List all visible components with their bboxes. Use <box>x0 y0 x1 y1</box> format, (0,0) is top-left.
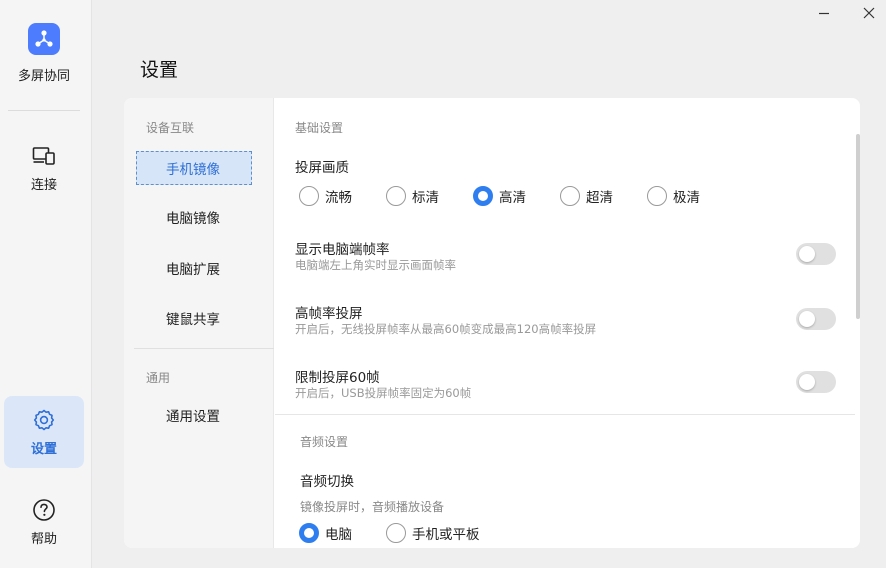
limit-60-desc: 开启后，USB投屏帧率固定为60帧 <box>295 386 472 400</box>
limit-60-title: 限制投屏60帧 <box>295 370 380 386</box>
radio-audio-pc[interactable] <box>299 523 319 543</box>
show-fps-desc: 电脑端左上角实时显示画面帧率 <box>295 258 456 272</box>
toggle-knob <box>799 246 815 262</box>
section-basic: 基础设置 <box>295 121 344 135</box>
nav-connect[interactable]: 连接 <box>4 132 84 204</box>
subnav-item-general-settings[interactable]: 通用设置 <box>136 398 252 432</box>
radio-smooth[interactable] <box>299 186 319 206</box>
audio-switch-desc: 镜像投屏时，音频播放设备 <box>300 500 445 514</box>
section-audio: 音频设置 <box>300 435 349 449</box>
nav-help-label: 帮助 <box>30 532 57 547</box>
subnav-item-pc-mirror[interactable]: 电脑镜像 <box>136 200 252 234</box>
quality-option-sd[interactable]: 标清 <box>386 186 439 206</box>
radio-sd[interactable] <box>386 186 406 206</box>
group-label-device: 设备互联 <box>146 121 195 135</box>
settings-content: 基础设置 投屏画质 流畅 标清 高清 超清 极清 显示电脑端帧率 电脑端左上角实… <box>275 98 860 548</box>
subnav-item-phone-mirror[interactable]: 手机镜像 <box>136 151 252 185</box>
subnav-item-kvm-share[interactable]: 键鼠共享 <box>136 301 252 335</box>
quality-title: 投屏画质 <box>295 160 349 176</box>
devices-icon <box>31 143 57 169</box>
section-divider <box>275 414 855 415</box>
app-name: 多屏协同 <box>17 69 70 84</box>
audio-label-pc: 电脑 <box>325 527 352 543</box>
radio-ultra[interactable] <box>647 186 667 206</box>
quality-option-hd[interactable]: 高清 <box>473 186 526 206</box>
radio-hd[interactable] <box>473 186 493 206</box>
help-icon <box>31 497 57 523</box>
subnav-item-pc-extend[interactable]: 电脑扩展 <box>136 251 252 285</box>
nav-rail: 多屏协同 连接 设置 帮助 <box>0 0 92 568</box>
show-fps-toggle[interactable] <box>796 243 836 265</box>
nav-help[interactable]: 帮助 <box>4 486 84 558</box>
quality-option-uhd[interactable]: 超清 <box>560 186 613 206</box>
close-icon[interactable] <box>859 3 879 23</box>
nav-settings-label: 设置 <box>30 442 57 457</box>
audio-label-phone: 手机或平板 <box>412 527 480 543</box>
audio-option-pc[interactable]: 电脑 <box>299 523 352 543</box>
quality-option-ultra[interactable]: 极清 <box>647 186 700 206</box>
content-scrollbar[interactable] <box>856 134 860 319</box>
quality-label-smooth: 流畅 <box>325 190 352 206</box>
gear-icon <box>31 407 57 433</box>
quality-label-hd: 高清 <box>499 190 526 206</box>
toggle-knob <box>799 311 815 327</box>
settings-card: 设备互联 手机镜像 电脑镜像 电脑扩展 键鼠共享 通用 通用设置 基础设置 投屏… <box>124 98 860 548</box>
nav-connect-label: 连接 <box>30 178 57 193</box>
minimize-icon[interactable] <box>814 3 834 23</box>
limit-60-toggle[interactable] <box>796 371 836 393</box>
quality-option-smooth[interactable]: 流畅 <box>299 186 352 206</box>
quality-label-uhd: 超清 <box>586 190 613 206</box>
high-fps-toggle[interactable] <box>796 308 836 330</box>
audio-switch-title: 音频切换 <box>300 474 354 490</box>
high-fps-title: 高帧率投屏 <box>295 306 363 322</box>
quality-label-sd: 标清 <box>412 190 439 206</box>
high-fps-desc: 开启后，无线投屏帧率从最高60帧变成最高120高帧率投屏 <box>295 322 597 336</box>
settings-subnav: 设备互联 手机镜像 电脑镜像 电脑扩展 键鼠共享 通用 通用设置 <box>124 98 274 548</box>
nav-settings[interactable]: 设置 <box>4 396 84 468</box>
radio-audio-phone[interactable] <box>386 523 406 543</box>
show-fps-title: 显示电脑端帧率 <box>295 242 390 258</box>
quality-label-ultra: 极清 <box>673 190 700 206</box>
radio-uhd[interactable] <box>560 186 580 206</box>
toggle-knob <box>799 374 815 390</box>
audio-option-phone[interactable]: 手机或平板 <box>386 523 480 543</box>
group-label-general: 通用 <box>146 371 171 385</box>
rail-divider <box>8 110 80 111</box>
page-title: 设置 <box>140 59 179 81</box>
app-logo-icon <box>28 23 60 55</box>
subnav-divider <box>134 348 274 349</box>
